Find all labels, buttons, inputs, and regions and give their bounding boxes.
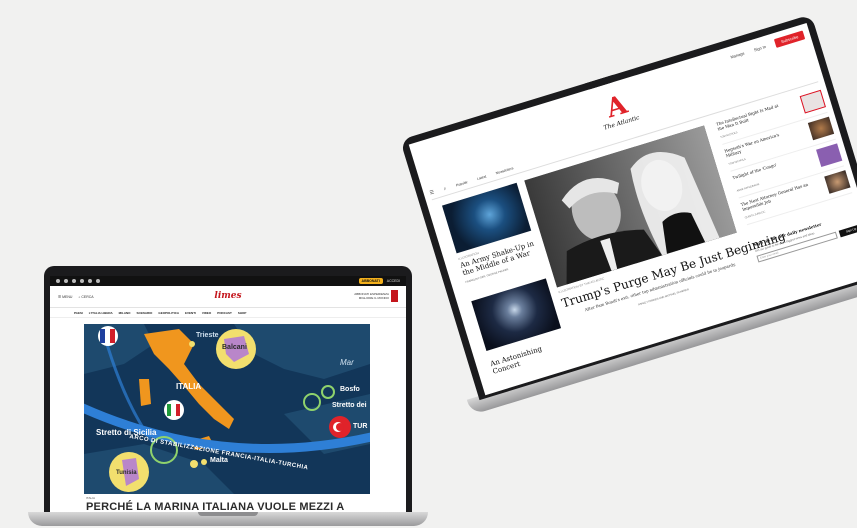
magazine-cover-thumbnail <box>391 290 398 302</box>
nav-item[interactable]: SHOP <box>238 311 247 315</box>
promo-block[interactable]: ABBONATI ESPERIENZA MIGLIORE IL MONDO <box>353 290 398 302</box>
menu-button[interactable]: ☰ MENU <box>58 295 72 299</box>
left-laptop: ABBONATI ACCEDI ☰ MENU ⌕ CERCA limes ABB… <box>28 262 428 528</box>
signin-link[interactable]: Sign In <box>753 44 766 52</box>
sidebar-story-author: TOM NICHOLS <box>728 157 747 166</box>
limes-header: ☰ MENU ⌕ CERCA limes ABBONATI ESPERIENZA… <box>50 286 406 308</box>
sidebar-story-author: QUINTA JURECIC <box>744 210 766 220</box>
youtube-icon[interactable] <box>96 279 100 283</box>
promo-text: ABBONATI ESPERIENZA MIGLIORE IL MONDO <box>354 292 389 300</box>
right-laptop-screen: Manage Sign In Subscribe A The Atlantic … <box>408 23 857 396</box>
instagram-icon[interactable] <box>80 279 84 283</box>
sidebar-story-thumbnail <box>824 170 851 194</box>
menu-label: MENU <box>62 294 73 299</box>
map-label-trieste: Trieste <box>196 332 219 339</box>
map-label-malta: Malta <box>210 457 228 464</box>
article-map-image[interactable]: Trieste Balcani ITALIA Stretto di Sicili… <box>84 324 370 494</box>
nav-item[interactable]: PAESI <box>74 311 83 315</box>
search-button[interactable]: ⌕ CERCA <box>78 295 93 299</box>
article-tag[interactable]: ITALIA <box>86 496 95 500</box>
right-laptop: Manage Sign In Subscribe A The Atlantic … <box>400 14 857 417</box>
article-headline[interactable]: PERCHÉ LA MARINA ITALIANA VUOLE MEZZI A <box>86 501 344 512</box>
limes-nav: PAESI L'ITALIA LIBERA MILANO SCENARIO GE… <box>50 308 406 318</box>
nav-item[interactable]: MILANO <box>119 311 131 315</box>
limes-topbar: ABBONATI ACCEDI <box>50 276 406 286</box>
map-label-turchia: TUR <box>353 423 368 430</box>
sidebar-story-thumbnail <box>807 116 835 141</box>
left-laptop-notch <box>198 512 258 516</box>
nav-item[interactable]: SCENARIO <box>137 311 153 315</box>
search-icon[interactable]: ⌕ <box>443 186 447 193</box>
facebook-icon[interactable] <box>56 279 60 283</box>
sidebar-story-thumbnail <box>816 143 843 168</box>
search-label: CERCA <box>81 294 94 299</box>
sidebar-story-author: TOM NICHOLS <box>719 131 738 140</box>
nav-item[interactable]: VIDEO <box>202 311 211 315</box>
subscribe-button[interactable]: Subscribe <box>774 30 806 48</box>
menu-popular[interactable]: Popular <box>455 180 468 187</box>
sidebar-story-thumbnail <box>799 89 826 114</box>
sidebar-story-author: ANNE APPLEBAUM <box>736 182 760 193</box>
nav-item[interactable]: L'ITALIA LIBERA <box>89 311 113 315</box>
hamburger-menu-icon[interactable]: ☰ <box>429 189 435 196</box>
telegram-icon[interactable] <box>88 279 92 283</box>
manage-link[interactable]: Manage <box>730 51 745 60</box>
map-label-tunisia: Tunisia <box>116 470 137 476</box>
sidebar-story-title: The Intellectual Right Is Mad at the Man… <box>715 103 779 132</box>
left-laptop-screen: ABBONATI ACCEDI ☰ MENU ⌕ CERCA limes ABB… <box>50 276 406 512</box>
map-label-stretto-dei: Stretto dei <box>332 402 367 409</box>
menu-latest[interactable]: Latest <box>477 174 487 181</box>
sidebar-stories: The Intellectual Right Is Mad at the Man… <box>714 87 853 227</box>
left-laptop-base <box>28 512 428 526</box>
linkedin-icon[interactable] <box>72 279 76 283</box>
map-label-bosforo: Bosfo <box>340 386 360 393</box>
accedi-link[interactable]: ACCEDI <box>387 279 400 283</box>
limes-logo[interactable]: limes <box>214 291 241 301</box>
nav-item[interactable]: PODCAST <box>217 311 232 315</box>
map-label-italia: ITALIA <box>176 382 202 391</box>
map-label-stretto-sicilia: Stretto di Sicilia <box>96 428 157 437</box>
concert-story-image[interactable] <box>471 278 562 351</box>
map-label-mar: Mar <box>340 358 354 367</box>
device-mockup-stage: ABBONATI ACCEDI ☰ MENU ⌕ CERCA limes ABB… <box>0 0 857 528</box>
nav-item[interactable]: EVENTI <box>185 311 196 315</box>
nav-item[interactable]: GEOPOLITICA <box>158 311 179 315</box>
map-label-balcani: Balcani <box>222 344 247 351</box>
abbonati-button[interactable]: ABBONATI <box>358 278 383 284</box>
twitter-icon[interactable] <box>64 279 68 283</box>
